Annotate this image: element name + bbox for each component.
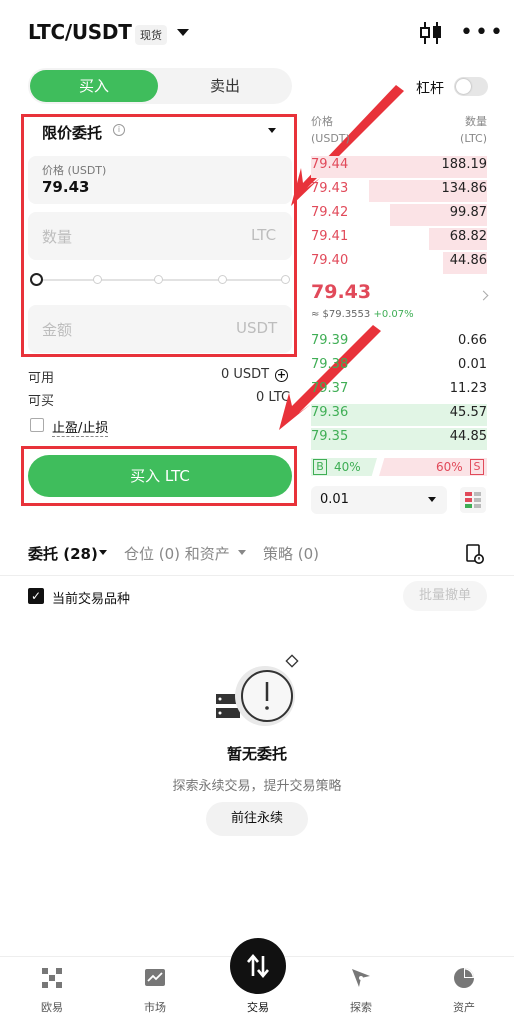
ask-price: 79.40 [311, 253, 349, 268]
market-tag: 现货 [135, 25, 167, 45]
tabs-divider [0, 575, 514, 576]
bid-price: 79.36 [311, 405, 349, 420]
ask-qty: 44.86 [449, 253, 487, 268]
explore-compass-icon[interactable] [349, 966, 373, 990]
available-value: 0 USDT [221, 367, 270, 382]
tab-strategy[interactable]: 策略 (0) [263, 543, 319, 564]
nav-trade[interactable]: 交易 [218, 999, 298, 1015]
market-chart-icon[interactable] [143, 966, 167, 990]
tp-sl-label[interactable]: 止盈/止损 [52, 417, 109, 437]
candlestick-icon[interactable] [418, 20, 444, 46]
bid-row[interactable]: 79.38 0.01 [311, 355, 487, 377]
nav-assets[interactable]: 资产 [424, 999, 504, 1015]
pair-title[interactable]: LTC/USDT [28, 20, 132, 44]
ob-qty-header: 数量 (LTC) [460, 115, 487, 145]
bid-qty: 45.57 [449, 405, 487, 420]
ask-qty: 68.82 [449, 229, 487, 244]
highlight-order-form [21, 114, 297, 357]
tab-orders-caret-icon[interactable] [99, 550, 107, 555]
ob-price-header: 价格 (USDT) [311, 115, 350, 145]
ask-price: 79.41 [311, 229, 349, 244]
current-pair-label[interactable]: 当前交易品种 [52, 588, 130, 607]
empty-subtitle: 探索永续交易，提升交易策略 [172, 779, 342, 794]
buy-ratio: 40% [334, 460, 361, 474]
tab-positions-caret-icon[interactable] [238, 550, 246, 555]
ask-price: 79.44 [311, 157, 349, 172]
sell-tab[interactable]: 卖出 [160, 70, 290, 102]
tab-positions[interactable]: 仓位 (0) 和资产 [124, 543, 230, 564]
bid-price: 79.37 [311, 381, 349, 396]
transfer-plus-icon[interactable]: + [275, 369, 288, 382]
bid-qty: 11.23 [449, 381, 487, 396]
ask-row[interactable]: 79.42 99.87 [311, 203, 487, 226]
ask-row[interactable]: 79.44 188.19 [311, 155, 488, 178]
ask-price: 79.42 [311, 205, 349, 220]
sell-ratio: 60% [436, 460, 463, 474]
tab-orders[interactable]: 委托 (28) [28, 543, 98, 564]
empty-title: 暂无委托 [226, 745, 287, 763]
leverage-label: 杠杆 [416, 81, 444, 97]
buy-tab[interactable]: 买入 [30, 70, 158, 102]
book-layout-icon[interactable] [460, 487, 486, 513]
sell-badge: S [470, 459, 484, 475]
bid-price: 79.38 [311, 357, 349, 372]
available-label: 可用 [28, 371, 55, 386]
more-options-icon[interactable]: ••• [460, 22, 505, 44]
order-history-icon[interactable] [466, 544, 484, 564]
chevron-right-icon[interactable] [478, 290, 489, 301]
bid-row[interactable]: 79.35 44.85 [311, 427, 487, 450]
ask-qty: 134.86 [441, 181, 488, 196]
depth-dropdown-icon[interactable] [428, 497, 436, 502]
batch-cancel-button[interactable]: 批量撤单 [403, 581, 487, 611]
max-buy-label: 可买 [28, 394, 55, 409]
bid-qty: 0.66 [458, 333, 487, 348]
bid-price: 79.39 [311, 333, 349, 348]
bid-qty: 0.01 [458, 357, 487, 372]
ask-price: 79.43 [311, 181, 349, 196]
trade-swap-icon [247, 953, 269, 979]
bid-qty: 44.85 [449, 429, 487, 444]
ask-row[interactable]: 79.40 44.86 [311, 251, 487, 274]
nav-market[interactable]: 市场 [115, 999, 195, 1015]
current-pair-checkbox[interactable]: ✓ [28, 588, 44, 604]
okx-logo-icon[interactable] [40, 966, 64, 990]
ask-row[interactable]: 79.41 68.82 [311, 227, 487, 250]
last-price[interactable]: 79.43 [311, 281, 371, 303]
ask-qty: 99.87 [449, 205, 487, 220]
bid-row[interactable]: 79.37 11.23 [311, 379, 487, 401]
bid-price: 79.35 [311, 429, 349, 444]
empty-orders-illustration [216, 654, 299, 726]
highlight-buy-button [21, 446, 297, 506]
pair-dropdown-icon[interactable] [177, 29, 189, 36]
assets-pie-icon[interactable] [452, 966, 476, 990]
tp-sl-checkbox[interactable] [30, 418, 44, 432]
last-price-change: +0.07% [373, 309, 414, 320]
go-to-perpetual-button[interactable]: 前往永续 [206, 802, 308, 836]
ask-qty: 188.19 [441, 157, 488, 172]
ask-row[interactable]: 79.43 134.86 [311, 179, 488, 202]
last-price-sub: ≈ $79.3553 +0.07% [311, 309, 414, 320]
bid-row[interactable]: 79.36 45.57 [311, 403, 487, 426]
buy-badge: B [313, 459, 327, 475]
leverage-switch-knob [456, 79, 471, 94]
nav-explore[interactable]: 探索 [321, 999, 401, 1015]
depth-step-select[interactable]: 0.01 [311, 486, 447, 514]
max-buy-value: 0 LTC [256, 390, 291, 405]
bid-row[interactable]: 79.39 0.66 [311, 331, 487, 353]
nav-okx[interactable]: 欧易 [12, 999, 92, 1015]
